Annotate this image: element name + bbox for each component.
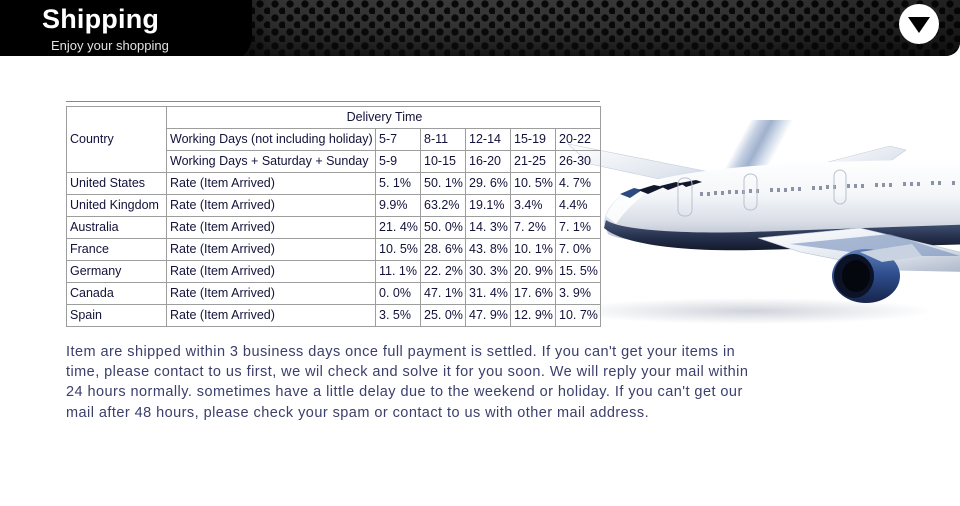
triangle-down-glyph bbox=[908, 16, 930, 33]
row-metric-4: Rate (Item Arrived) bbox=[166, 260, 376, 283]
row-5-value-2: 31. 4% bbox=[465, 282, 511, 305]
row-country-1: United Kingdom bbox=[66, 194, 167, 217]
row-metric-0: Rate (Item Arrived) bbox=[166, 172, 376, 195]
row-5-value-1: 47. 1% bbox=[420, 282, 466, 305]
working-days-weekend-value-0: 5-9 bbox=[375, 150, 421, 173]
row-2-value-2: 14. 3% bbox=[465, 216, 511, 239]
row-3-value-3: 10. 1% bbox=[510, 238, 556, 261]
airplane-shadow bbox=[570, 298, 930, 324]
table-row: France Rate (Item Arrived) 10. 5% 28. 6%… bbox=[66, 238, 601, 261]
header-cell-delivery-time: Delivery Time bbox=[166, 106, 601, 129]
row-6-value-1: 25. 0% bbox=[420, 304, 466, 327]
row-2-value-3: 7. 2% bbox=[510, 216, 556, 239]
working-days-value-4: 20-22 bbox=[555, 128, 601, 151]
row-4-value-1: 22. 2% bbox=[420, 260, 466, 283]
row-5-value-3: 17. 6% bbox=[510, 282, 556, 305]
row-metric-6: Rate (Item Arrived) bbox=[166, 304, 376, 327]
row-3-value-0: 10. 5% bbox=[375, 238, 421, 261]
row-metric-2: Rate (Item Arrived) bbox=[166, 216, 376, 239]
row-4-value-2: 30. 3% bbox=[465, 260, 511, 283]
table-top-rule bbox=[66, 101, 600, 102]
row-4-value-3: 20. 9% bbox=[510, 260, 556, 283]
row-0-value-3: 10. 5% bbox=[510, 172, 556, 195]
contrail-streak-icon bbox=[590, 120, 890, 240]
triangle-down-icon[interactable] bbox=[899, 4, 939, 44]
row-0-value-4: 4. 7% bbox=[555, 172, 601, 195]
table-row: United Kingdom Rate (Item Arrived) 9.9% … bbox=[66, 194, 601, 217]
row-0-value-0: 5. 1% bbox=[375, 172, 421, 195]
row-country-3: France bbox=[66, 238, 167, 261]
working-days-value-0: 5-7 bbox=[375, 128, 421, 151]
row-metric-3: Rate (Item Arrived) bbox=[166, 238, 376, 261]
row-2-value-0: 21. 4% bbox=[375, 216, 421, 239]
airplane-image bbox=[567, 143, 960, 303]
table-row: Germany Rate (Item Arrived) 11. 1% 22. 2… bbox=[66, 260, 601, 283]
working-days-weekend-value-2: 16-20 bbox=[465, 150, 511, 173]
table-row: Australia Rate (Item Arrived) 21. 4% 50.… bbox=[66, 216, 601, 239]
shipping-rates-table: Country Delivery Time Working Days (not … bbox=[66, 106, 601, 327]
airplane-artwork bbox=[560, 120, 960, 340]
table-row: Spain Rate (Item Arrived) 3. 5% 25. 0% 4… bbox=[66, 304, 601, 327]
row-3-value-4: 7. 0% bbox=[555, 238, 601, 261]
working-days-value-2: 12-14 bbox=[465, 128, 511, 151]
row-0-value-2: 29. 6% bbox=[465, 172, 511, 195]
working-days-value-1: 8-11 bbox=[420, 128, 466, 151]
row-1-value-1: 63.2% bbox=[420, 194, 466, 217]
row-0-value-1: 50. 1% bbox=[420, 172, 466, 195]
working-days-weekend-value-4: 26-30 bbox=[555, 150, 601, 173]
row-4-value-0: 11. 1% bbox=[375, 260, 421, 283]
row-3-value-1: 28. 6% bbox=[420, 238, 466, 261]
row-6-value-0: 3. 5% bbox=[375, 304, 421, 327]
shipping-policy-note: Item are shipped within 3 business days … bbox=[66, 344, 749, 421]
row-country-2: Australia bbox=[66, 216, 167, 239]
page-title: Shipping bbox=[42, 4, 160, 34]
working-days-value-3: 15-19 bbox=[510, 128, 556, 151]
shipping-info-page: Shipping Enjoy your shopping Country Del… bbox=[0, 0, 960, 506]
row-5-value-0: 0. 0% bbox=[375, 282, 421, 305]
row-6-value-3: 12. 9% bbox=[510, 304, 556, 327]
row-metric-5: Rate (Item Arrived) bbox=[166, 282, 376, 305]
header-cell-country: Country bbox=[66, 106, 167, 173]
row-country-4: Germany bbox=[66, 260, 167, 283]
working-days-weekend-value-1: 10-15 bbox=[420, 150, 466, 173]
table-row: Canada Rate (Item Arrived) 0. 0% 47. 1% … bbox=[66, 282, 601, 305]
row-metric-1: Rate (Item Arrived) bbox=[166, 194, 376, 217]
header-cell-working-days-weekend: Working Days + Saturday + Sunday bbox=[166, 150, 376, 173]
row-country-6: Spain bbox=[66, 304, 167, 327]
row-1-value-3: 3.4% bbox=[510, 194, 556, 217]
row-2-value-4: 7. 1% bbox=[555, 216, 601, 239]
row-1-value-2: 19.1% bbox=[465, 194, 511, 217]
row-6-value-4: 10. 7% bbox=[555, 304, 601, 327]
row-3-value-2: 43. 8% bbox=[465, 238, 511, 261]
page-header-banner: Shipping Enjoy your shopping bbox=[0, 0, 960, 56]
page-subtitle: Enjoy your shopping bbox=[51, 38, 169, 53]
row-country-5: Canada bbox=[66, 282, 167, 305]
header-cell-working-days: Working Days (not including holiday) bbox=[166, 128, 376, 151]
row-2-value-1: 50. 0% bbox=[420, 216, 466, 239]
row-5-value-4: 3. 9% bbox=[555, 282, 601, 305]
table-row: United States Rate (Item Arrived) 5. 1% … bbox=[66, 172, 601, 195]
table-row-delivery-time-header: Country Delivery Time bbox=[66, 106, 601, 173]
row-1-value-4: 4.4% bbox=[555, 194, 601, 217]
working-days-weekend-value-3: 21-25 bbox=[510, 150, 556, 173]
header-title-tab-fade bbox=[170, 0, 275, 56]
row-4-value-4: 15. 5% bbox=[555, 260, 601, 283]
row-1-value-0: 9.9% bbox=[375, 194, 421, 217]
row-6-value-2: 47. 9% bbox=[465, 304, 511, 327]
row-country-0: United States bbox=[66, 172, 167, 195]
